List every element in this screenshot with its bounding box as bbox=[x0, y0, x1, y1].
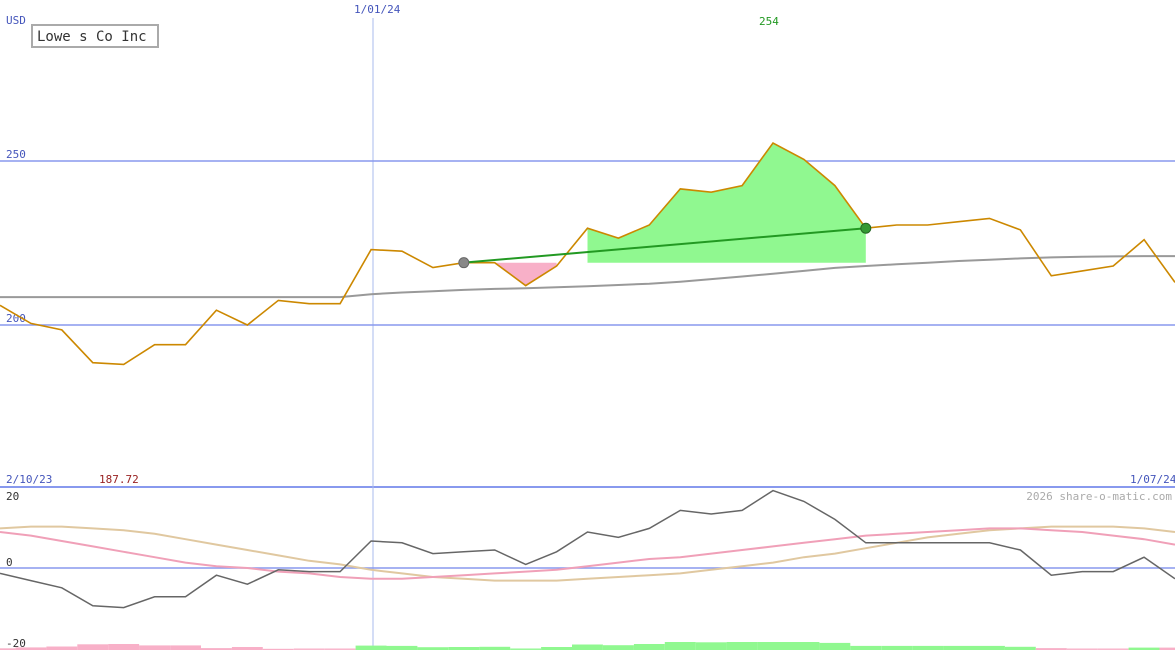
osc-bar bbox=[633, 644, 665, 650]
currency-label: USD bbox=[6, 14, 26, 27]
osc-bar bbox=[757, 642, 789, 650]
osc-bar bbox=[170, 645, 201, 650]
osc-bar bbox=[912, 645, 944, 650]
osc-bar bbox=[572, 644, 603, 650]
watermark: 2026 share-o-matic.com bbox=[1026, 490, 1172, 503]
chart-title: Lowe s Co Inc bbox=[37, 29, 147, 45]
start-value-label: 187.72 bbox=[99, 473, 139, 486]
date-marker-label: 1/01/24 bbox=[354, 3, 401, 16]
osc-bar bbox=[664, 642, 696, 650]
osc-bar bbox=[386, 645, 418, 650]
osc-bar bbox=[108, 644, 140, 650]
osc-bar bbox=[695, 642, 727, 650]
osc-bar bbox=[603, 645, 634, 650]
osc-bar bbox=[788, 642, 820, 650]
osc-bar bbox=[943, 645, 974, 650]
osc-bar bbox=[726, 642, 758, 650]
osc-bar bbox=[355, 645, 387, 650]
trend-end-marker bbox=[860, 222, 872, 234]
ytick-label: 250 bbox=[6, 148, 26, 161]
osc-ytick-label: 20 bbox=[6, 490, 19, 503]
osc-ytick-label: 0 bbox=[6, 556, 13, 569]
osc-bar bbox=[46, 646, 78, 650]
osc-bar bbox=[850, 645, 882, 650]
osc-bar bbox=[881, 645, 913, 650]
peak-label: 254 bbox=[759, 15, 779, 28]
osc-bar bbox=[974, 645, 1005, 650]
start-date-label: 2/10/23 bbox=[6, 473, 52, 486]
price-chart: 200250 200-20 USD Lowe s Co Inc 1/01/24 … bbox=[0, 0, 1175, 650]
osc-bar bbox=[77, 644, 109, 650]
osc-bar bbox=[819, 642, 851, 650]
osc-bar bbox=[139, 645, 170, 650]
end-date-label: 1/07/24 bbox=[1130, 473, 1175, 486]
trend-start-marker bbox=[458, 257, 470, 269]
